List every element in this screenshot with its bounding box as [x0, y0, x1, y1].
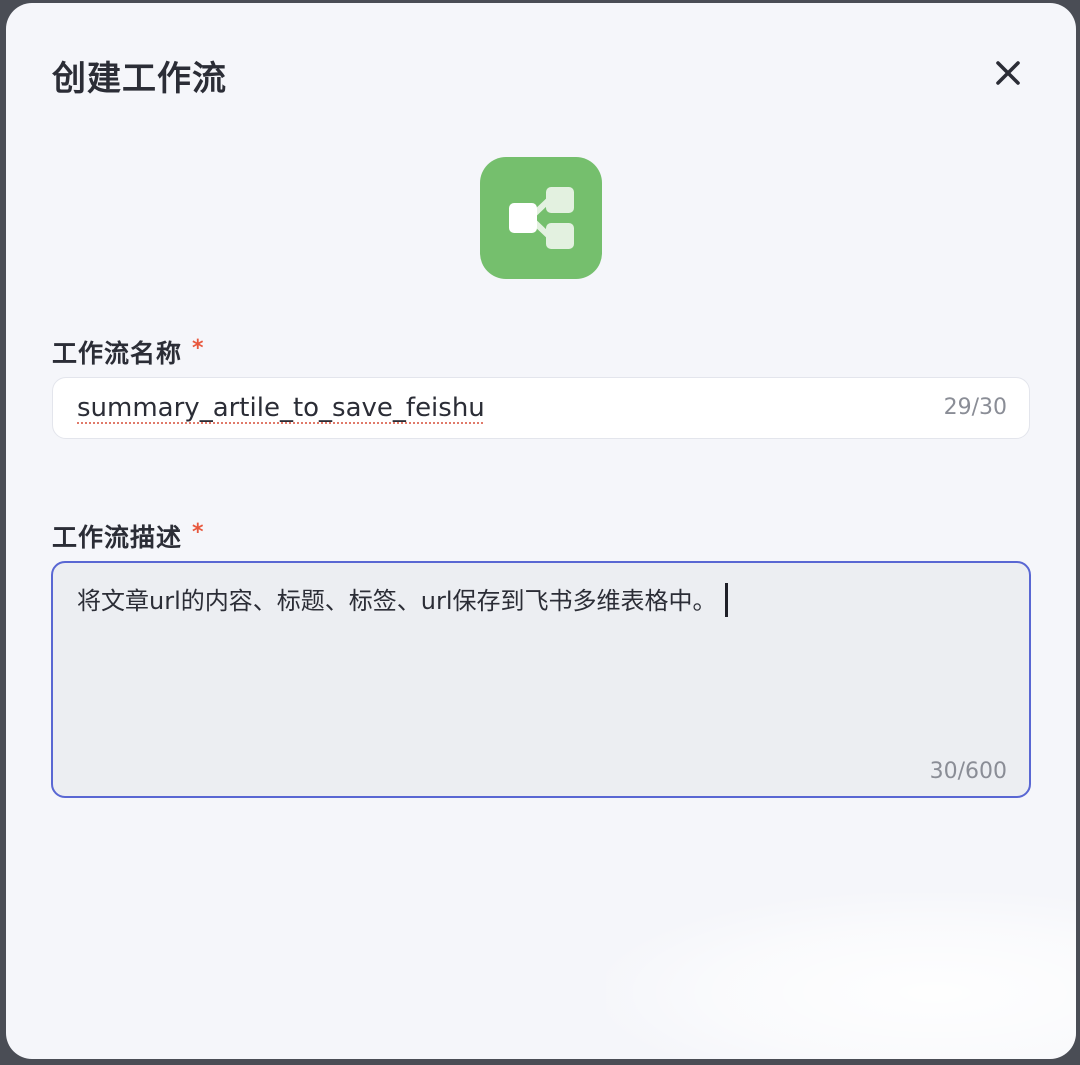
name-input[interactable]: summary_artile_to_save_feishu — [77, 393, 485, 423]
description-value: 将文章url的内容、标题、标签、url保存到飞书多维表格中。 — [77, 587, 717, 615]
dialog-title: 创建工作流 — [52, 59, 227, 99]
name-field-label: 工作流名称 * — [52, 334, 205, 370]
description-char-counter: 30/600 — [929, 759, 1007, 784]
description-field-label: 工作流描述 * — [52, 518, 205, 554]
workflow-icon — [509, 187, 574, 249]
required-marker: * — [192, 336, 205, 361]
description-label-text: 工作流描述 — [52, 523, 183, 552]
workflow-icon-picker[interactable] — [480, 157, 602, 279]
description-text-line: 将文章url的内容、标题、标签、url保存到飞书多维表格中。 — [77, 581, 728, 619]
name-char-counter: 29/30 — [943, 395, 1007, 420]
text-caret — [724, 583, 728, 617]
screen-glare — [606, 893, 1076, 1059]
close-button[interactable] — [991, 56, 1025, 90]
name-input-box[interactable]: summary_artile_to_save_feishu 29/30 — [52, 377, 1030, 439]
close-icon — [996, 61, 1020, 85]
name-label-text: 工作流名称 — [52, 339, 183, 368]
required-marker: * — [192, 520, 205, 545]
create-workflow-dialog: 创建工作流 工作流名称 * summary_artile_to_save_feis… — [6, 3, 1076, 1059]
description-textarea[interactable]: 将文章url的内容、标题、标签、url保存到飞书多维表格中。 30/600 — [51, 561, 1031, 798]
